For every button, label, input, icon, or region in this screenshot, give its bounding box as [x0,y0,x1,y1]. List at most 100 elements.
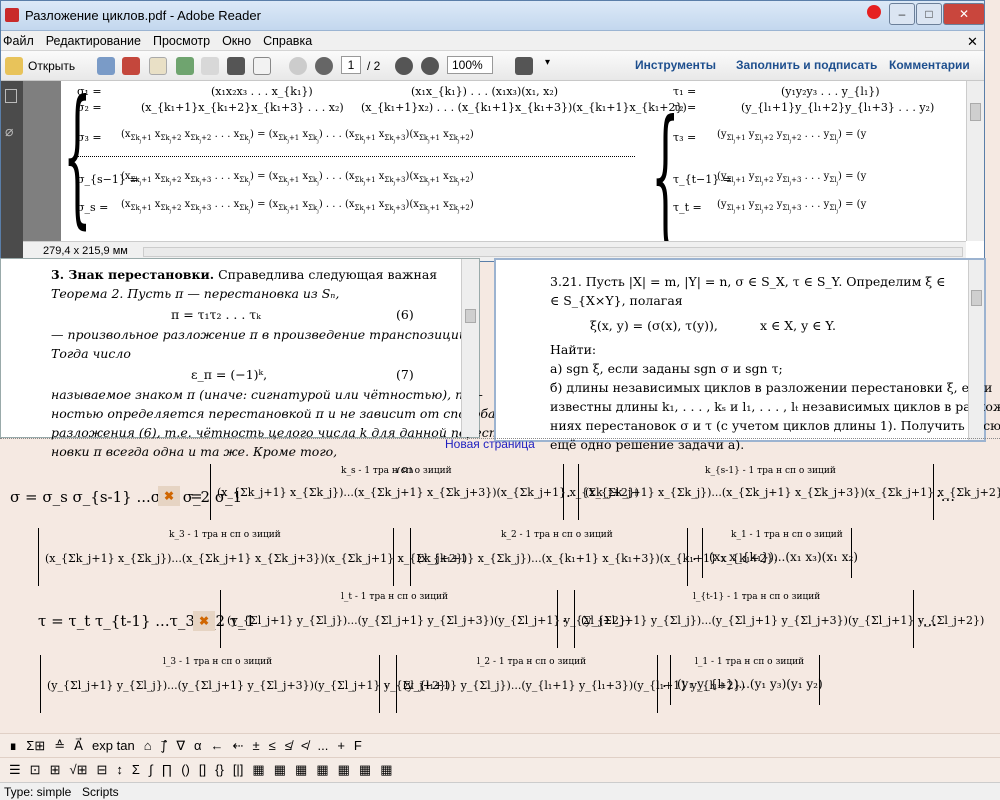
math-tool-button[interactable]: √⊞ [69,758,87,782]
math-tool-button[interactable]: exp tan [92,734,135,758]
continuation-ellipsis: ·... [936,487,956,505]
math-tool-button[interactable]: ≤ [269,734,276,758]
menu-edit[interactable]: Редактирование [46,31,153,48]
scroll-thumb[interactable] [465,309,476,323]
math-tool-button[interactable]: ← [211,734,224,758]
pdf-icon[interactable] [122,57,140,75]
tools-button[interactable]: Инструменты [635,58,716,72]
toolbar: Открыть 1 / 2 100% ▾ Инструменты Заполни… [1,51,984,81]
math-tool-button[interactable]: + [337,734,345,758]
menu-window[interactable]: Окно [222,31,263,48]
create-icon[interactable] [97,57,115,75]
sigma-1-expansion: (x₁x_{k₁}) . . . (x₁x₃)(x₁, x₂) [411,85,559,98]
math-tool-button[interactable]: ≰ [285,734,292,758]
close-window-button[interactable]: ✕ [943,3,984,25]
maximize-button[interactable]: □ [916,3,942,25]
math-tool-button[interactable]: α [194,734,202,758]
open-folder-icon[interactable] [5,57,23,75]
problem-line: 3.21. Пусть |X| = m, |Y| = n, σ ∈ S_X, τ… [550,274,946,289]
new-page-label: Новая страница [445,437,535,451]
math-tool-button[interactable]: [|] [233,758,244,782]
sigma-s-1-terms: (xΣkj+1 xΣkj+2 xΣkj+3 . . . xΣkj) = (xΣk… [121,171,474,187]
fullscreen-icon[interactable] [515,57,533,75]
tau-block-t: l_t - 1 тра н сп о зиций (y_{Σl_j+1} y_{… [220,590,630,648]
math-tool-button[interactable]: ∏ [162,758,173,782]
eq7-line: ε_π = (−1)ᵏ, (7) [51,363,451,385]
scroll-thumb[interactable] [971,290,982,306]
close-doc-icon[interactable]: ✕ [967,31,984,50]
left-window-scrollbar[interactable] [461,259,479,437]
math-tool-button[interactable]: Σ [132,758,140,782]
math-tool-button[interactable]: ⊡ [30,758,41,782]
menu-file[interactable]: Файл [1,31,46,48]
math-tool-button[interactable]: ∎ [9,734,17,758]
math-tool-button[interactable]: ⊞ [50,758,61,782]
attachment-icon[interactable]: ⌀ [5,123,13,140]
minimize-button[interactable]: – [889,3,915,25]
math-tool-button[interactable]: ☰ [9,758,21,782]
math-tool-button[interactable]: ⌂ [144,734,152,758]
scroll-thumb[interactable] [970,103,981,121]
window-title: Разложение циклов.pdf - Adobe Reader [25,8,261,23]
math-tool-button[interactable]: ∫⃗ [161,734,168,758]
sigma-block-s: k_s - 1 тра н сп о зиций (x_{Σk_j+1} x_{… [210,464,639,520]
text-line: новки π всегда одна и та же. Кроме того, [51,444,338,459]
eq7-number: (7) [396,367,414,382]
math-tool-button[interactable]: ▦ [295,758,307,782]
pages-icon[interactable] [5,89,17,103]
vertical-scrollbar[interactable] [966,81,984,241]
math-tool-button[interactable]: [] [199,758,206,782]
math-tool-button[interactable]: {} [215,758,224,782]
math-tool-button[interactable]: ∫ [149,758,153,782]
placeholder-marker[interactable]: ✖ [158,486,180,506]
edit-icon[interactable] [149,57,167,75]
placeholder-marker[interactable]: ✖ [193,611,215,631]
block-content: (x_{Σk_j+1} x_{Σk_j})...(x_{Σk_j+1} x_{Σ… [217,486,640,499]
problem-eq: ξ(x, y) = (σ(x), τ(y)), x ∈ X, y ∈ Y. [550,310,960,340]
math-tool-button[interactable]: Σ⊞ [26,734,45,758]
math-tool-button[interactable]: A⃗ [74,734,83,758]
math-tool-button[interactable]: ▦ [338,758,350,782]
next-page-icon[interactable] [315,57,333,75]
upload-icon[interactable] [176,57,194,75]
math-tool-button[interactable]: ± [252,734,259,758]
math-tool-button[interactable]: () [181,758,190,782]
toolbar-menu-icon[interactable]: ▾ [545,57,550,68]
email-icon[interactable] [253,57,271,75]
math-tool-button[interactable]: ⊟ [97,758,108,782]
horizontal-scrollbar[interactable] [143,247,963,257]
notification-icon[interactable] [867,5,881,19]
math-tool-button[interactable]: ≮ [301,734,309,758]
open-button[interactable]: Открыть [28,59,75,73]
math-tool-button[interactable]: ▦ [252,758,264,782]
save-icon[interactable] [201,57,219,75]
math-tool-button[interactable]: ∇ [176,734,185,758]
comments-button[interactable]: Комментарии [889,58,970,72]
zoom-select[interactable]: 100% [447,56,493,74]
math-tool-button[interactable]: ⇠ [233,734,244,758]
equals-sign: = [190,487,203,505]
prev-page-icon[interactable] [289,57,307,75]
left-page-text: 3. Знак перестановки. Справедлива следую… [51,265,512,473]
zoom-in-icon[interactable] [421,57,439,75]
math-tool-button[interactable]: ▦ [316,758,328,782]
math-tool-button[interactable]: ▦ [380,758,392,782]
zoom-out-icon[interactable] [395,57,413,75]
document-view: { σ₁ = (x₁x₂x₃ . . . x_{k₁}) (x₁x_{k₁}) … [23,81,966,241]
sigma-s-label: σ_s = [77,201,109,214]
math-tool-button[interactable]: F [354,734,362,758]
fill-sign-button[interactable]: Заполнить и подписать [736,58,877,72]
math-tool-button[interactable]: ↕ [116,758,123,782]
sigma-block-1: k_1 - 1 тра н сп о зиций (x₁ x_{k₁})...(… [702,528,858,578]
math-tool-button[interactable]: ... [317,734,328,758]
menu-view[interactable]: Просмотр [153,31,222,48]
math-tool-button[interactable]: ▦ [274,758,286,782]
math-tool-button[interactable]: ≙ [54,734,65,758]
block-label: l_{t-1} - 1 тра н сп о зиций [693,592,821,602]
page-number-input[interactable]: 1 [341,56,361,74]
menu-help[interactable]: Справка [263,31,318,48]
math-tool-button[interactable]: ▦ [359,758,371,782]
right-window-scrollbar[interactable] [968,260,984,440]
print-icon[interactable] [227,57,245,75]
eq6-line: π = τ₁τ₂ . . . τₖ (6) [51,303,451,325]
